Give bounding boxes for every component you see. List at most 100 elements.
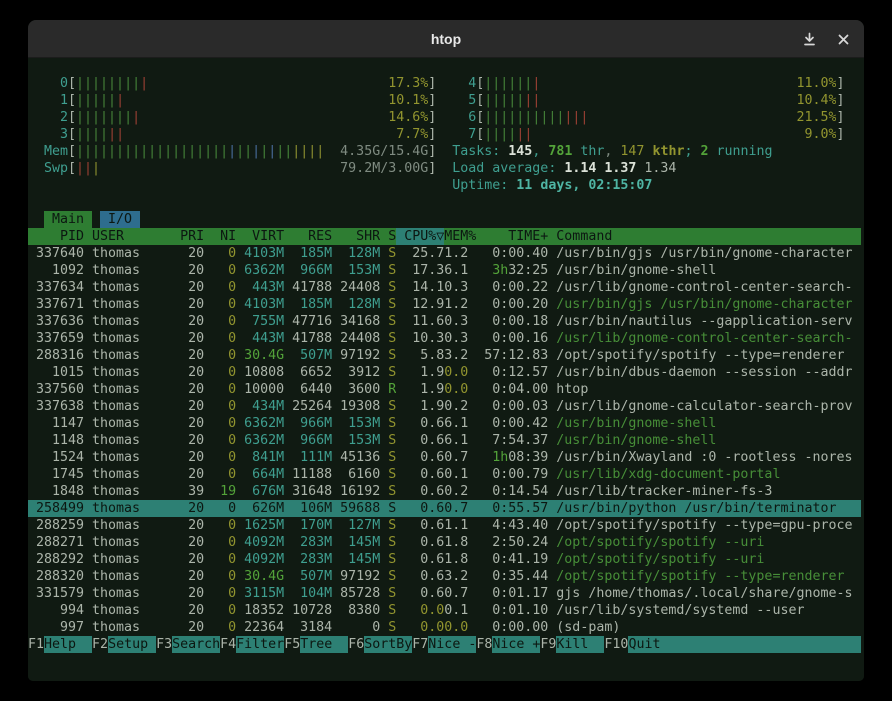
- process-row[interactable]: 337640thomas2004103M185M128MS25.71.20:00…: [28, 245, 861, 262]
- cell-text: /opt/spotify/spotify --type=renderer: [556, 348, 844, 363]
- window-close-icon[interactable]: [837, 33, 850, 46]
- process-row[interactable]: 1745thomas200664M111886160S0.60.10:00.79…: [28, 466, 861, 483]
- fkey-f1-help[interactable]: F1Help: [28, 636, 92, 653]
- process-row[interactable]: 994thomas20018352107288380S0.00.10:01.10…: [28, 602, 861, 619]
- memory-tasks-row: Mem[|||||||||||||||||||||||||||||||4.35G…: [28, 143, 861, 160]
- fkey-f8-nice[interactable]: F8Nice +: [476, 636, 540, 653]
- process-row[interactable]: 337560thomas2001000064403600R1.90.00:04.…: [28, 381, 861, 398]
- fkey-f9-kill[interactable]: F9Kill: [540, 636, 604, 653]
- process-row[interactable]: 997thomas2002236431840S0.00.00:00.00(sd-…: [28, 619, 861, 636]
- tab-main[interactable]: Main: [44, 211, 92, 228]
- cell-user: thomas: [92, 602, 164, 619]
- process-row[interactable]: 337671thomas2004103M185M128MS12.91.20:00…: [28, 296, 861, 313]
- column-header-pri[interactable]: PRI: [164, 228, 204, 245]
- cell-command: /opt/spotify/spotify --type=gpu-proce: [556, 517, 860, 534]
- process-row[interactable]: 288292thomas2004092M283M145MS0.61.80:41.…: [28, 551, 861, 568]
- fkey-key: F1: [28, 636, 44, 653]
- cell-res: 966M: [284, 415, 332, 432]
- cell-cpu: 0.6: [396, 585, 444, 602]
- memory-meter: Mem[|||||||||||||||||||||||||||||||4.35G…: [44, 143, 436, 160]
- cell-time: 0:04.00: [476, 381, 548, 398]
- cell-text: 39: [188, 484, 204, 499]
- column-header-s[interactable]: S: [380, 228, 396, 245]
- cell-text: 337671: [36, 297, 84, 312]
- fkey-f7-nice[interactable]: F7Nice -: [412, 636, 476, 653]
- cell-text: 0: [228, 450, 236, 465]
- cell-text: 4103M: [244, 297, 284, 312]
- cell-res: 507M: [284, 568, 332, 585]
- process-row[interactable]: 288259thomas2001625M170M127MS0.61.14:43.…: [28, 517, 861, 534]
- meter-segment-green: ||||: [484, 127, 516, 142]
- column-header-ni[interactable]: NI: [204, 228, 236, 245]
- fkey-f3-search[interactable]: F3Search: [156, 636, 220, 653]
- process-row[interactable]: 1848thomas3919676M3164816192S0.60.20:14.…: [28, 483, 861, 500]
- process-row[interactable]: 337636thomas200755M4771634168S11.60.30:0…: [28, 313, 861, 330]
- bracket: [: [68, 75, 76, 92]
- cell-mem: 0.7: [444, 500, 476, 517]
- process-row[interactable]: 1148thomas2006362M966M153MS0.66.17:54.37…: [28, 432, 861, 449]
- process-row[interactable]: 1524thomas200841M111M45136S0.60.71h08:39…: [28, 449, 861, 466]
- column-header-virt[interactable]: VIRT: [236, 228, 284, 245]
- cell-text: 0.6: [420, 535, 444, 550]
- cell-text: S: [388, 433, 396, 448]
- cell-text: 0:00.20: [492, 297, 548, 312]
- cell-pid: 337671: [28, 296, 84, 313]
- column-header-command[interactable]: Command: [556, 228, 860, 245]
- cell-ni: 0: [204, 585, 236, 602]
- cell-text: thomas: [92, 552, 140, 567]
- fkey-label: Help: [44, 636, 92, 653]
- cell-pid: 288259: [28, 517, 84, 534]
- column-header-cpu[interactable]: CPU%▽: [396, 228, 444, 245]
- window-group-icon[interactable]: [802, 32, 817, 47]
- cell-ni: 0: [204, 313, 236, 330]
- fkey-f6-sortby[interactable]: F6SortBy: [348, 636, 412, 653]
- fkey-f4-filter[interactable]: F4Filter: [220, 636, 284, 653]
- process-row[interactable]: 1092thomas2006362M966M153MS17.36.13h32:2…: [28, 262, 861, 279]
- process-row[interactable]: 337638thomas200434M2526419308S1.90.20:00…: [28, 398, 861, 415]
- process-row[interactable]: 1147thomas2006362M966M153MS0.66.10:00.42…: [28, 415, 861, 432]
- process-row[interactable]: 288316thomas20030.4G507M97192S5.83.257:1…: [28, 347, 861, 364]
- fkey-f10-quit[interactable]: F10Quit: [604, 636, 860, 653]
- cell-text: 443M: [252, 331, 284, 346]
- cell-text: S: [388, 450, 396, 465]
- cell-command: /usr/lib/gnome-calculator-search-prov: [556, 398, 860, 415]
- process-row-selected[interactable]: 258499thomas200626M106M59688S0.60.70:55.…: [28, 500, 861, 517]
- window-titlebar[interactable]: htop: [28, 20, 864, 58]
- cell-text: 6362M: [244, 263, 284, 278]
- cpu7-meter: 7[||||||9.0%]: [452, 126, 844, 143]
- process-row[interactable]: 288320thomas20030.4G507M97192S0.63.20:35…: [28, 568, 861, 585]
- cell-text: 0: [228, 263, 236, 278]
- cell-state: S: [380, 364, 396, 381]
- process-row[interactable]: 1015thomas2001080866523912S1.90.00:12.57…: [28, 364, 861, 381]
- memory-meter-pipes: |||||||||||||||||||||||||||||||: [76, 143, 324, 160]
- fkey-f2-setup[interactable]: F2Setup: [92, 636, 156, 653]
- column-header-pid[interactable]: PID: [28, 228, 84, 245]
- meter-segment-red: |: [116, 93, 124, 108]
- cell-state: S: [380, 262, 396, 279]
- column-header-time[interactable]: TIME+: [476, 228, 548, 245]
- process-row[interactable]: 331579thomas2003115M104M85728S0.60.70:01…: [28, 585, 861, 602]
- cell-virt: 1625M: [236, 517, 284, 534]
- cell-text: thomas: [92, 280, 140, 295]
- cell-text: 19308: [340, 399, 380, 414]
- meter-segment-red: |: [140, 76, 148, 91]
- cell-text: thomas: [92, 365, 140, 380]
- process-row[interactable]: 337659thomas200443M4178824408S10.30.30:0…: [28, 330, 861, 347]
- fkey-f5-tree[interactable]: F5Tree: [284, 636, 348, 653]
- column-header-res[interactable]: RES: [284, 228, 332, 245]
- cell-cpu: 0.6: [396, 568, 444, 585]
- tab-io[interactable]: I/O: [100, 211, 140, 228]
- column-header-shr[interactable]: SHR: [332, 228, 380, 245]
- cell-text: 331579: [36, 586, 84, 601]
- column-header-user[interactable]: USER: [92, 228, 164, 245]
- bracket: [: [476, 92, 484, 109]
- tasks-kthr_label: kthr: [644, 143, 684, 160]
- process-row[interactable]: 288271thomas2004092M283M145MS0.61.82:50.…: [28, 534, 861, 551]
- process-row[interactable]: 337634thomas200443M4178824408S14.10.30:0…: [28, 279, 861, 296]
- cell-res: 966M: [284, 262, 332, 279]
- column-header-mem[interactable]: MEM%: [444, 228, 476, 245]
- cell-text: /usr/lib/systemd/systemd --user: [556, 603, 804, 618]
- cell-text: 0.6: [420, 569, 444, 584]
- cell-res: 283M: [284, 534, 332, 551]
- cell-cpu: 0.6: [396, 517, 444, 534]
